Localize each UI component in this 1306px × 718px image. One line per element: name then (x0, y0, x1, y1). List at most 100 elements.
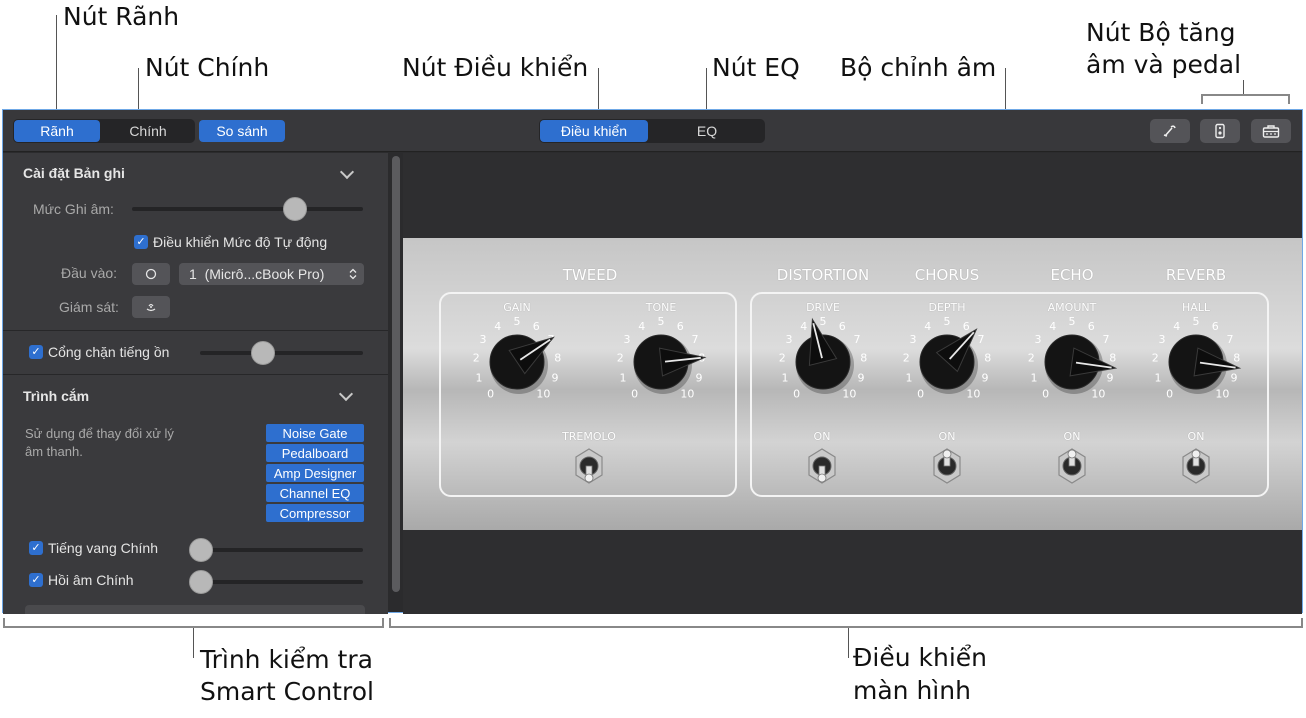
drive-tick-label: 4 (800, 320, 807, 333)
gain-tick-label: 0 (487, 387, 494, 400)
track-button[interactable]: Rãnh (14, 120, 100, 142)
noise-gate-checkbox[interactable]: ✓ (29, 345, 43, 359)
amp-icon (1262, 125, 1280, 138)
master-reverb-slider[interactable] (189, 548, 363, 552)
recording-settings-chevron-icon[interactable] (339, 164, 355, 180)
divider (3, 330, 388, 331)
amount-tick-label: 10 (1091, 387, 1105, 400)
hall-tick-label: 3 (1159, 333, 1166, 346)
callout-line-stompbox (1243, 80, 1244, 95)
drive-tick-label: 6 (839, 320, 846, 333)
depth-tick-label: 1 (906, 371, 913, 384)
depth-tick-label: 8 (984, 352, 991, 365)
noise-gate-slider[interactable] (200, 351, 363, 355)
drive-tick-label: 1 (782, 371, 789, 384)
amount-tick-label: 6 (1088, 320, 1095, 333)
track-master-segment: Rãnh Chính (13, 119, 195, 143)
gain-tick-label: 6 (533, 320, 540, 333)
amount-tick-label: 4 (1049, 320, 1056, 333)
amount-tick-label: 1 (1031, 371, 1038, 384)
plugin-pedalboard[interactable]: Pedalboard (266, 444, 364, 462)
depth-tick-label: 2 (903, 352, 910, 365)
tone-tick-label: 5 (658, 315, 665, 328)
master-button[interactable]: Chính (102, 120, 194, 142)
callout-tuner: Bộ chỉnh âm (840, 53, 997, 82)
monitor-button[interactable] (132, 296, 170, 318)
noise-gate-label: Cổng chặn tiếng ồn (48, 344, 170, 360)
input-select[interactable]: 1 (Micrô...cBook Pro) (179, 263, 364, 285)
depth-tick-label: 9 (982, 371, 989, 384)
gain-tick-label: 5 (514, 315, 521, 328)
drive-tick-label: 8 (860, 352, 867, 365)
depth-tick-label: 10 (966, 387, 980, 400)
eq-button[interactable]: EQ (650, 120, 764, 142)
amount-tick-label: 5 (1069, 315, 1076, 328)
master-echo-label: Hồi âm Chính (48, 572, 134, 588)
collapsed-section-bar[interactable] (25, 605, 365, 614)
drive-tick-label: 10 (842, 387, 856, 400)
record-level-thumb[interactable] (283, 197, 308, 221)
compare-button[interactable]: So sánh (199, 120, 285, 142)
callout-controls-button: Nút Điều khiển (402, 53, 589, 82)
record-level-slider[interactable] (132, 207, 363, 211)
depth-tick-label: 5 (944, 315, 951, 328)
record-level-label: Mức Ghi âm: (33, 201, 114, 217)
amp-button[interactable] (1251, 119, 1291, 143)
master-reverb-label: Tiếng vang Chính (48, 540, 158, 556)
input-format-button[interactable] (132, 263, 170, 285)
tone-tick-label: 9 (696, 371, 703, 384)
master-reverb-thumb[interactable] (189, 538, 213, 562)
amount-tick-label: 2 (1028, 352, 1035, 365)
amp-panel: TWEED DISTORTION CHORUS ECHO REVERB GAIN… (403, 238, 1302, 530)
hall-tick-label: 7 (1227, 333, 1234, 346)
gain-tick-label: 1 (476, 371, 483, 384)
smart-controls-window: Rãnh Chính So sánh Điều khiển EQ Cài đặt… (2, 109, 1303, 614)
plugin-noise-gate[interactable]: Noise Gate (266, 424, 364, 442)
hall-tick-label: 5 (1193, 315, 1200, 328)
hall-tick-label: 4 (1173, 320, 1180, 333)
plugins-title: Trình cắm (23, 388, 90, 404)
view-segment: Điều khiển EQ (539, 119, 765, 143)
tone-tick-label: 3 (624, 333, 631, 346)
plugin-channel-eq[interactable]: Channel EQ (266, 484, 364, 502)
callout-screen-1: Điều khiển (853, 643, 987, 672)
auto-level-checkbox[interactable]: ✓ (134, 235, 148, 249)
callout-screen-2: màn hình (853, 676, 971, 705)
master-echo-slider[interactable] (189, 580, 363, 584)
master-echo-thumb[interactable] (189, 570, 213, 594)
input-label: Đầu vào: (61, 265, 118, 281)
noise-gate-thumb[interactable] (251, 341, 276, 365)
drive-tick-label: 3 (786, 333, 793, 346)
depth-tick-label: 4 (924, 320, 931, 333)
tone-tick-label: 6 (677, 320, 684, 333)
callout-line-inspector (193, 628, 194, 658)
plugin-amp-designer[interactable]: Amp Designer (266, 464, 364, 482)
pedalboard-icon (1215, 123, 1225, 139)
tone-tick-label: 1 (620, 371, 627, 384)
callout-bracket-inspector (3, 618, 384, 628)
tremolo-switch-tip (584, 473, 594, 483)
callout-track-button: Nút Rãnh (63, 2, 180, 31)
gain-tick-label: 2 (473, 352, 480, 365)
inspector-scrollbar[interactable] (392, 156, 400, 592)
master-echo-checkbox[interactable]: ✓ (29, 573, 43, 587)
plugins-description-2: âm thanh. (25, 444, 83, 459)
master-reverb-checkbox[interactable]: ✓ (29, 541, 43, 555)
tuner-icon (1163, 125, 1176, 137)
updown-chevron-icon (349, 268, 357, 280)
callout-line-screen (848, 628, 849, 658)
pedalboard-button[interactable] (1200, 119, 1240, 143)
tone-tick-label: 10 (680, 387, 694, 400)
reverb-switch-tip (1191, 449, 1201, 459)
controls-button[interactable]: Điều khiển (540, 120, 648, 142)
monitor-label: Giám sát: (59, 299, 119, 315)
toolbar: Rãnh Chính So sánh Điều khiển EQ (3, 110, 1302, 152)
callout-stompbox-1: Nút Bộ tăng (1086, 18, 1236, 47)
tuner-button[interactable] (1150, 119, 1190, 143)
plugins-chevron-icon[interactable] (338, 386, 354, 402)
gain-tick-label: 8 (554, 352, 561, 365)
drive-tick-label: 0 (793, 387, 800, 400)
auto-level-label: Điều khiển Mức độ Tự động (153, 234, 328, 250)
plugin-compressor[interactable]: Compressor (266, 504, 364, 522)
echo-switch-tip (1067, 449, 1077, 459)
